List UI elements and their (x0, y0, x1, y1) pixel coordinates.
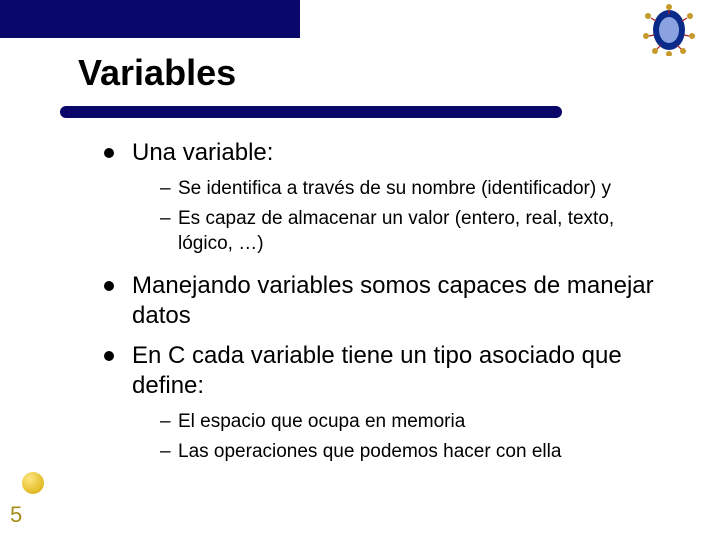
bullet-item: Una variable: Se identifica a través de … (104, 138, 664, 257)
bullet-item: Manejando variables somos capaces de man… (104, 271, 664, 331)
bullet-text: Una variable: (132, 139, 273, 166)
page-number: 5 (10, 502, 22, 528)
sub-bullet-item: Las operaciones que podemos hacer con el… (160, 439, 664, 465)
institution-crest-icon (640, 4, 698, 56)
bullet-text: En C cada variable tiene un tipo asociad… (132, 342, 622, 399)
sub-bullet-item: El espacio que ocupa en memoria (160, 409, 664, 435)
sub-bullet-item: Se identifica a través de su nombre (ide… (160, 176, 664, 202)
header-accent-bar (0, 0, 300, 38)
title-underline (60, 106, 562, 118)
slide-body: Una variable: Se identifica a través de … (104, 138, 664, 478)
bullet-item: En C cada variable tiene un tipo asociad… (104, 341, 664, 464)
sub-bullet-item: Es capaz de almacenar un valor (entero, … (160, 206, 664, 257)
slide-title: Variables (78, 52, 236, 94)
bullet-text: Manejando variables somos capaces de man… (132, 272, 654, 329)
decorative-dot-icon (22, 472, 44, 494)
